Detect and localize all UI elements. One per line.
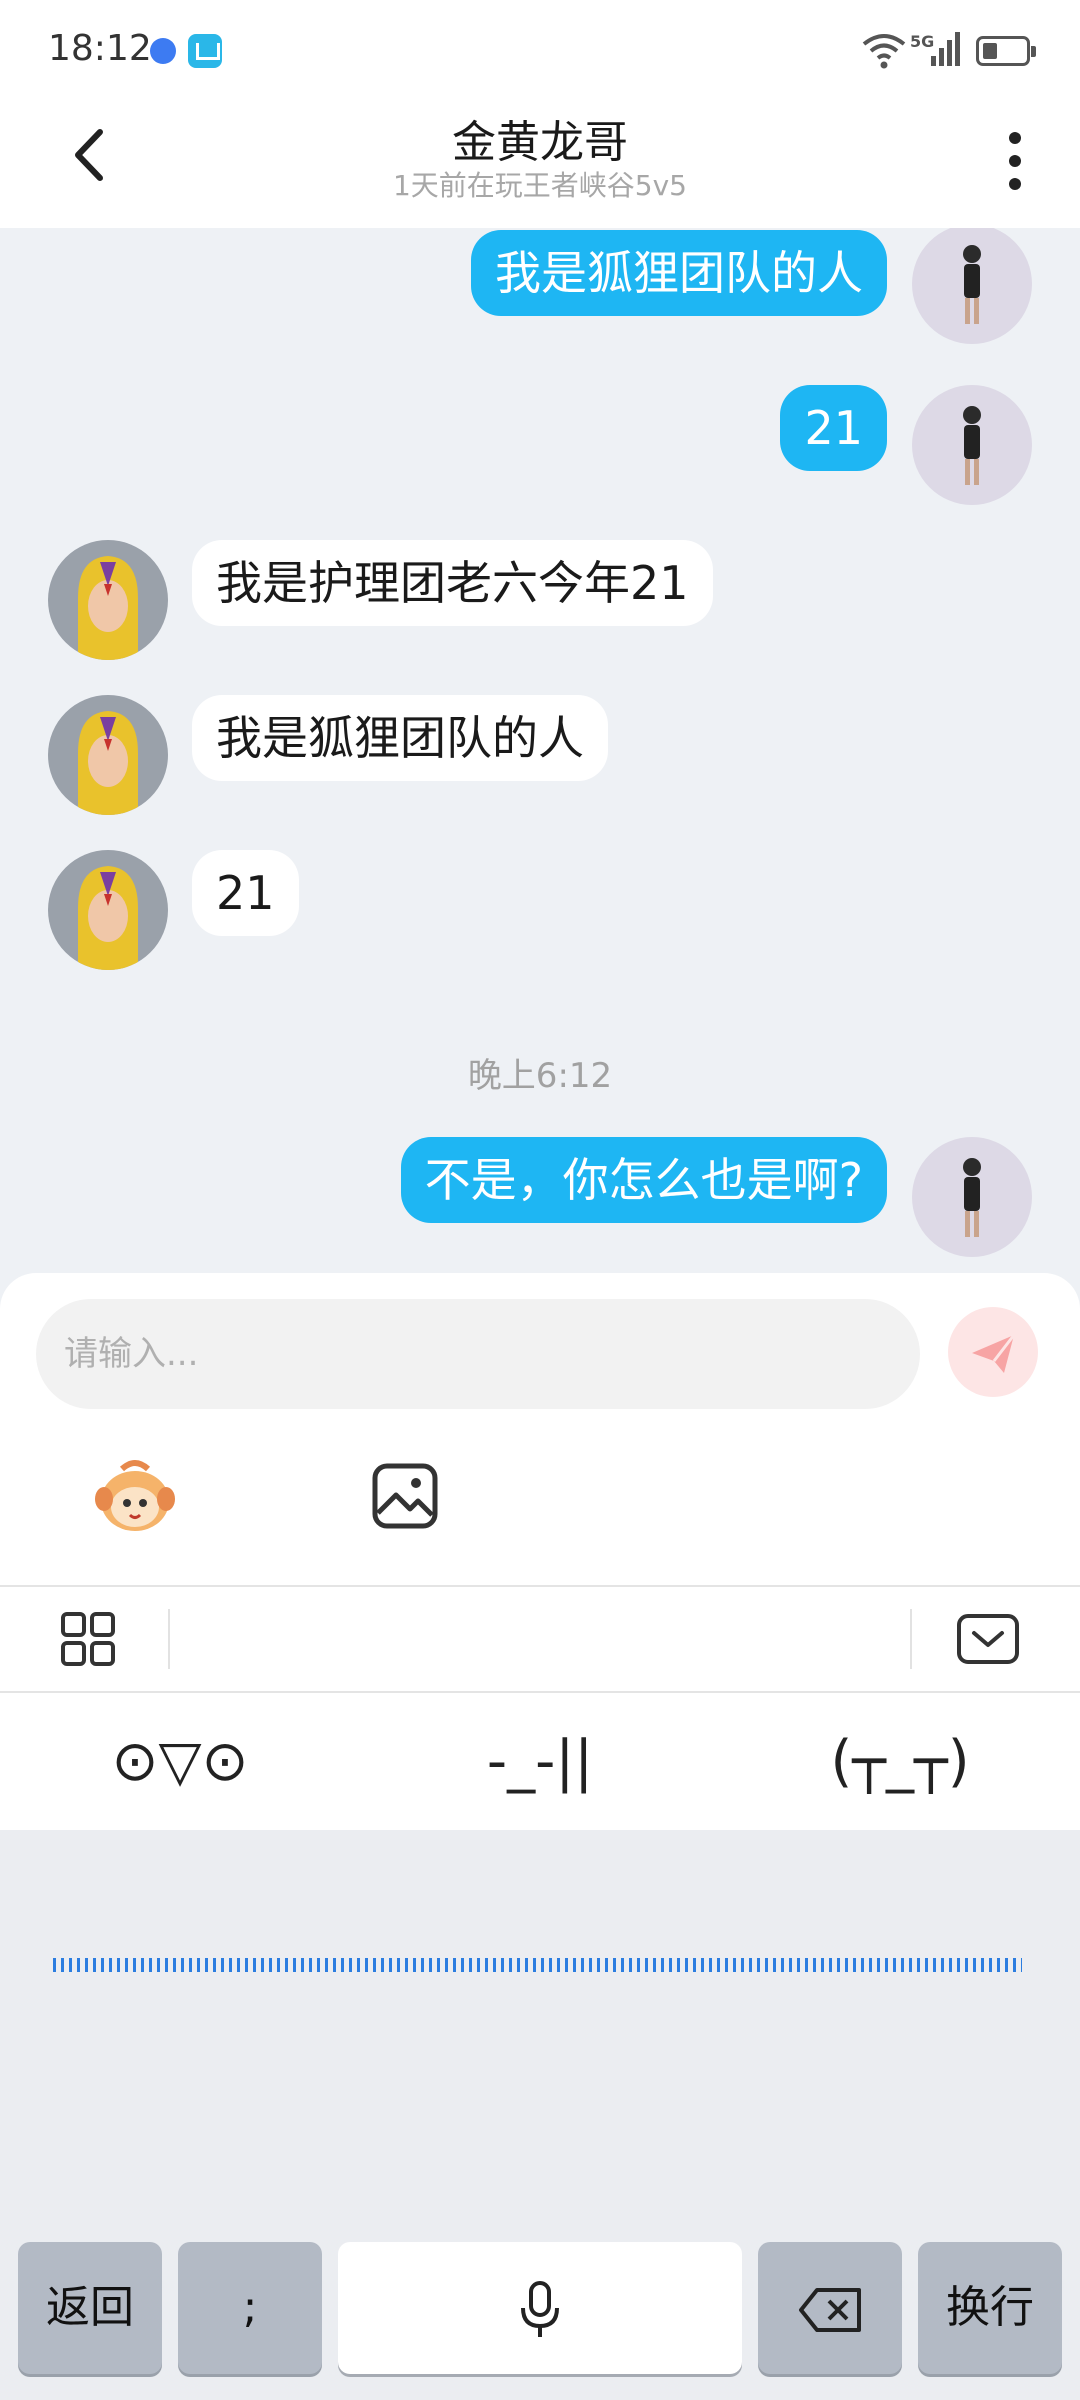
battery-icon [976,36,1036,66]
divider [168,1609,170,1669]
voice-keyboard: 返回 ; 换行 [0,1830,1080,2400]
composer-panel: 请输入... ⊙▽⊙ -_-|| (┬_┬) [0,1273,1080,1830]
message-input[interactable]: 请输入... [36,1299,920,1409]
voice-waveform [52,1958,1022,1972]
contact-avatar[interactable] [48,850,168,970]
contact-status: 1天前在玩王者峡谷5v5 [392,169,687,202]
emoji-sticker-icon[interactable] [92,1455,178,1535]
voice-input-key[interactable] [338,2242,742,2374]
kaomoji-option[interactable]: ⊙▽⊙ [60,1693,300,1830]
book-app-icon [188,34,222,68]
outgoing-message[interactable]: 我是狐狸团队的人 [471,230,887,316]
incoming-message[interactable]: 我是狐狸团队的人 [192,695,608,781]
semicolon-key[interactable]: ; [178,2242,322,2374]
incoming-message[interactable]: 21 [192,850,299,936]
back-key[interactable]: 返回 [18,2242,162,2374]
backspace-key[interactable] [758,2242,902,2374]
microphone-icon [521,2281,559,2337]
outgoing-message[interactable]: 不是，你怎么也是啊? [400,1137,887,1223]
contact-avatar[interactable] [48,540,168,660]
kaomoji-suggestions: ⊙▽⊙ -_-|| (┬_┬) [0,1693,1080,1830]
kaomoji-option[interactable]: -_-|| [420,1693,660,1830]
keyboard-toolbar [0,1587,1080,1691]
image-picker-icon[interactable] [370,1461,440,1531]
my-avatar[interactable] [912,1137,1032,1257]
wifi-icon [862,34,906,69]
outgoing-message[interactable]: 21 [780,385,887,471]
my-avatar[interactable] [912,385,1032,505]
send-icon [972,1334,1016,1373]
message-list[interactable]: 我是狐狸团队的人 21 我是护理团老六今年21 我是狐狸团队的人 21 晚上6:… [0,228,1080,1273]
contact-avatar[interactable] [48,695,168,815]
backspace-icon [799,2288,861,2332]
contact-name: 金黄龙哥 [452,117,628,168]
status-bar: 18:12 5G [0,0,1080,100]
browser-app-icon [150,38,176,64]
more-options-icon[interactable] [1000,126,1030,196]
apps-grid-icon[interactable] [60,1611,116,1667]
chat-header: 金黄龙哥 1天前在玩王者峡谷5v5 [0,100,1080,228]
time-divider: 晚上6:12 [467,1056,613,1096]
status-time: 18:12 [48,28,152,69]
send-button[interactable] [948,1307,1038,1397]
divider [910,1609,912,1669]
incoming-message[interactable]: 我是护理团老六今年21 [192,540,713,626]
hide-keyboard-icon[interactable] [956,1613,1020,1665]
my-avatar[interactable] [912,228,1032,344]
kaomoji-option[interactable]: (┬_┬) [780,1693,1020,1830]
signal-icon [931,32,960,66]
newline-key[interactable]: 换行 [918,2242,1062,2374]
